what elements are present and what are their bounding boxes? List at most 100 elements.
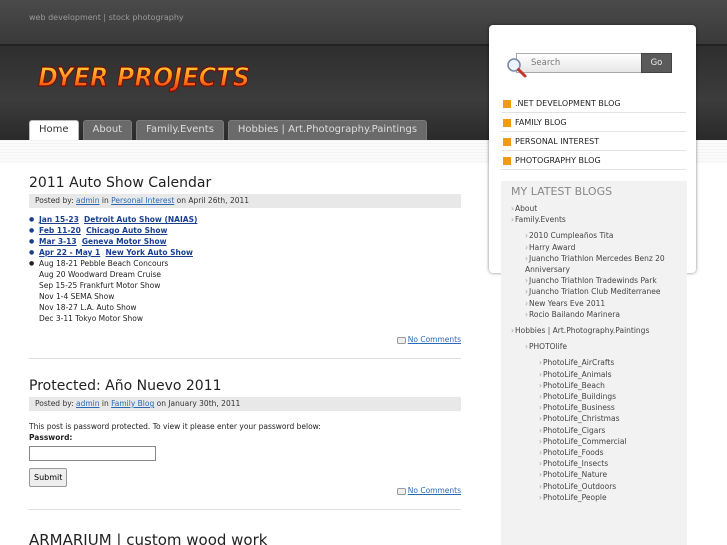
protected-form: This post is password protected. To view… xyxy=(29,411,461,487)
latest-blog-link[interactable]: ›PhotoLife_Beach xyxy=(501,380,687,391)
site-logo[interactable]: DYER PROJECTS xyxy=(36,56,254,100)
arrow-icon: › xyxy=(511,215,514,225)
comments-link[interactable]: No Comments xyxy=(29,335,461,344)
event-link-item[interactable]: Feb 11-20 Chicago Auto Show xyxy=(29,225,461,236)
arrow-icon: › xyxy=(539,481,542,491)
comment-icon xyxy=(396,487,406,495)
orange-square-icon xyxy=(503,138,511,146)
post-divider xyxy=(29,358,461,359)
post-auto-show: 2011 Auto Show Calendar Posted by: admin… xyxy=(29,173,461,359)
category-list: .NET DEVELOPMENT BLOG FAMILY BLOG PERSON… xyxy=(501,94,686,170)
event-item: Dec 3-11 Tokyo Motor Show xyxy=(39,314,143,323)
latest-blog-link[interactable]: ›PhotoLife_Cigars xyxy=(501,425,687,436)
arrow-icon: › xyxy=(539,369,542,379)
post-meta: Posted by: admin in Family Blog on Janua… xyxy=(29,397,461,411)
arrow-icon: › xyxy=(539,358,542,368)
post-title[interactable]: 2011 Auto Show Calendar xyxy=(29,173,461,193)
arrow-icon: › xyxy=(539,492,542,502)
category-item[interactable]: .NET DEVELOPMENT BLOG xyxy=(501,94,686,113)
arrow-icon: › xyxy=(539,403,542,413)
orange-square-icon xyxy=(503,119,511,127)
event-item: Aug 18-21 Pebble Beach Concours xyxy=(29,258,461,269)
latest-blog-link[interactable]: ›PhotoLife_People xyxy=(501,492,687,503)
latest-blog-link[interactable]: ›PhotoLife_Christmas xyxy=(501,413,687,424)
arrow-icon: › xyxy=(525,309,528,319)
event-item: Nov 18-27 L.A. Auto Show xyxy=(39,303,137,312)
post-meta: Posted by: admin in Personal Interest on… xyxy=(29,194,461,208)
arrow-icon: › xyxy=(539,448,542,458)
latest-blog-link[interactable]: ›PhotoLife_Nature xyxy=(501,469,687,480)
arrow-icon: › xyxy=(539,470,542,480)
post-armarium: ARMARIUM | custom wood work xyxy=(29,530,461,545)
event-link-item[interactable]: Apr 22 - May 1 New York Auto Show xyxy=(29,247,461,258)
post-date: on April 26th, 2011 xyxy=(174,196,250,205)
latest-blog-link[interactable]: ›Rocio Bailando Marinera xyxy=(501,309,687,320)
arrow-icon: › xyxy=(511,326,514,336)
author-link[interactable]: admin xyxy=(76,399,100,408)
latest-blog-link[interactable]: ›PhotoLife_Business xyxy=(501,402,687,413)
category-item[interactable]: PERSONAL INTEREST xyxy=(501,132,686,151)
category-link[interactable]: Family Blog xyxy=(111,399,154,408)
meta-in: in xyxy=(99,399,112,408)
latest-blog-link[interactable]: ›Juancho Triatlon Club Mediterranee xyxy=(501,286,687,297)
post-date: on January 30th, 2011 xyxy=(154,399,241,408)
latest-blog-link[interactable]: ›PhotoLife_Foods xyxy=(501,447,687,458)
arrow-icon: › xyxy=(525,342,528,352)
arrow-icon: › xyxy=(539,380,542,390)
latest-blogs-widget: MY LATEST BLOGS ›About ›Family.Events ›201… xyxy=(501,181,687,545)
category-item[interactable]: PHOTOGRAPHY BLOG xyxy=(501,151,686,170)
post-title[interactable]: Protected: Año Nuevo 2011 xyxy=(29,376,461,396)
author-link[interactable]: admin xyxy=(76,196,100,205)
tab-hobbies[interactable]: Hobbies | Art.Photography.Paintings xyxy=(227,120,428,140)
arrow-icon: › xyxy=(525,276,528,286)
latest-blog-link[interactable]: ›Family.Events xyxy=(501,214,687,225)
arrow-icon: › xyxy=(539,392,542,402)
meta-in: in xyxy=(99,196,112,205)
arrow-icon: › xyxy=(511,204,514,213)
latest-blogs-list: ›About ›Family.Events ›2010 Cumpleaños Tit… xyxy=(501,203,687,503)
orange-square-icon xyxy=(503,157,511,165)
svg-text:DYER PROJECTS: DYER PROJECTS xyxy=(38,63,250,93)
latest-blog-link[interactable]: ›Hobbies | Art.Photography.Paintings xyxy=(501,325,687,336)
latest-blog-link[interactable]: ›About xyxy=(501,203,687,214)
latest-blog-link[interactable]: ›PhotoLife_Outdoors xyxy=(501,481,687,492)
meta-prefix: Posted by: xyxy=(35,196,77,205)
latest-blog-link[interactable]: ›Harry Award xyxy=(501,242,687,253)
meta-prefix: Posted by: xyxy=(35,399,77,408)
arrow-icon: › xyxy=(525,231,528,241)
search-input[interactable] xyxy=(516,53,641,73)
search-button[interactable]: Go xyxy=(641,53,672,73)
tab-home[interactable]: Home xyxy=(29,120,79,140)
event-list: Jan 15-23 Detroit Auto Show (NAIAS) Feb … xyxy=(29,208,461,324)
category-link[interactable]: Personal Interest xyxy=(111,196,174,205)
arrow-icon: › xyxy=(525,253,528,263)
latest-blog-link[interactable]: ›PhotoLife_Insects xyxy=(501,458,687,469)
latest-blog-link[interactable]: ›Juancho Triathlon Mercedes Benz 20 Anni… xyxy=(501,253,687,275)
latest-blog-link[interactable]: ›2010 Cumpleaños Tita xyxy=(501,230,687,241)
submit-button[interactable]: Submit xyxy=(29,468,68,487)
tab-about[interactable]: About xyxy=(82,120,133,140)
arrow-icon: › xyxy=(539,436,542,446)
event-link-item[interactable]: Jan 15-23 Detroit Auto Show (NAIAS) xyxy=(29,214,461,225)
latest-blog-link[interactable]: ›Juancho Triathlon Tradewinds Park xyxy=(501,275,687,286)
event-item: Nov 1-4 SEMA Show xyxy=(39,292,115,301)
post-divider xyxy=(29,509,461,510)
event-link-item[interactable]: Mar 3-13 Geneva Motor Show xyxy=(29,236,461,247)
main-nav: Home About Family.Events Hobbies | Art.P… xyxy=(29,120,431,140)
arrow-icon: › xyxy=(539,459,542,469)
latest-blog-link[interactable]: ›PhotoLife_Buildings xyxy=(501,391,687,402)
comments-link[interactable]: No Comments xyxy=(29,486,461,495)
category-item[interactable]: FAMILY BLOG xyxy=(501,113,686,132)
tab-family-events[interactable]: Family.Events xyxy=(136,120,224,140)
latest-blog-link[interactable]: ›PhotoLife_Animals xyxy=(501,369,687,380)
latest-blog-link[interactable]: ›PhotoLife_Commercial xyxy=(501,436,687,447)
post-ano-nuevo: Protected: Año Nuevo 2011 Posted by: adm… xyxy=(29,376,461,510)
latest-blog-link[interactable]: ›New Years Eve 2011 xyxy=(501,298,687,309)
post-title[interactable]: ARMARIUM | custom wood work xyxy=(29,530,461,545)
orange-square-icon xyxy=(503,100,511,108)
password-field[interactable] xyxy=(29,446,156,461)
latest-blog-link[interactable]: ›PhotoLife_AirCrafts xyxy=(501,357,687,368)
latest-blog-link[interactable]: ›PHOTOlife xyxy=(501,341,687,352)
password-label: Password: xyxy=(29,433,73,442)
comment-icon xyxy=(396,336,406,344)
